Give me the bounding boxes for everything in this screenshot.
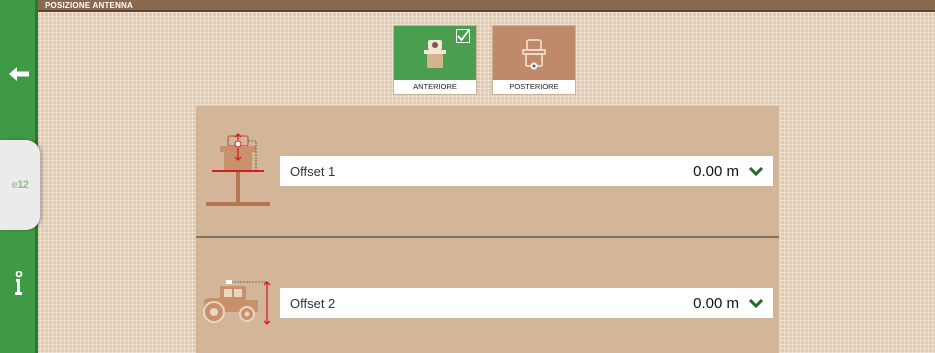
chevron-down-icon[interactable] [749, 166, 763, 176]
offset1-value: 0.00 m [693, 162, 739, 180]
info-icon [15, 271, 23, 295]
check-icon [456, 29, 470, 43]
offset2-label: Offset 2 [290, 295, 336, 311]
option-posteriore[interactable]: POSTERIORE [492, 25, 576, 95]
lateral-offset-icon [206, 133, 270, 206]
offset2-value: 0.00 m [693, 294, 739, 312]
page-title: POSIZIONE ANTENNA [45, 1, 133, 10]
divider [196, 236, 779, 238]
offset2-field[interactable]: Offset 2 0.00 m [279, 287, 774, 319]
page-indicator-tab[interactable]: e12 [0, 140, 40, 230]
back-button[interactable] [0, 52, 38, 96]
height-offset-icon [203, 280, 271, 325]
option-anteriore[interactable]: ANTERIORE [393, 25, 477, 95]
info-button[interactable] [0, 262, 38, 306]
option-posteriore-label: POSTERIORE [493, 80, 575, 94]
title-bar: POSIZIONE ANTENNA [38, 0, 935, 12]
offset1-label: Offset 1 [290, 163, 336, 179]
option-anteriore-label: ANTERIORE [394, 80, 476, 94]
tractor-antenna-front-icon [424, 40, 446, 68]
page-indicator: e12 [11, 179, 29, 191]
chevron-down-icon[interactable] [749, 298, 763, 308]
back-arrow-icon [9, 67, 29, 81]
tractor-antenna-rear-icon [522, 39, 546, 70]
offset1-field[interactable]: Offset 1 0.00 m [279, 155, 774, 187]
